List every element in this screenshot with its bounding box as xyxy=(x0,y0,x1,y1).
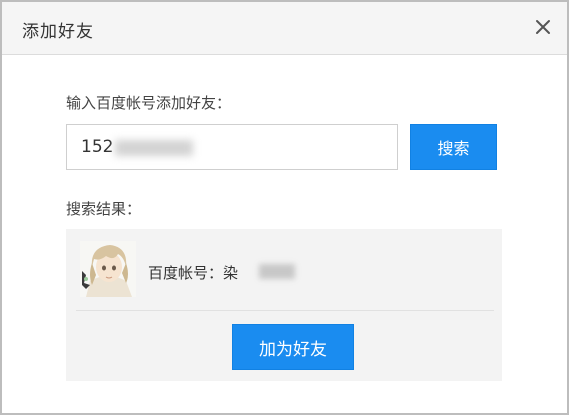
redacted-digits xyxy=(115,140,193,156)
add-friend-button[interactable]: 加为好友 xyxy=(232,324,354,370)
search-button[interactable]: 搜索 xyxy=(410,124,497,170)
result-account-name: 百度帐号：染 xyxy=(148,264,239,282)
dialog-title: 添加好友 xyxy=(22,22,94,42)
dialog-titlebar: 添加好友 xyxy=(2,2,567,55)
search-results-label: 搜索结果： xyxy=(66,200,142,218)
user-avatar xyxy=(80,241,136,297)
add-friend-dialog: 添加好友 输入百度帐号添加好友： 搜索 搜索结果： 百度帐号：染 加为好友 xyxy=(0,0,569,415)
close-icon[interactable] xyxy=(535,19,551,35)
search-prompt-label: 输入百度帐号添加好友： xyxy=(66,94,232,112)
search-result-card: 百度帐号：染 加为好友 xyxy=(66,229,502,381)
redacted-name xyxy=(259,264,295,279)
result-divider xyxy=(76,310,494,311)
